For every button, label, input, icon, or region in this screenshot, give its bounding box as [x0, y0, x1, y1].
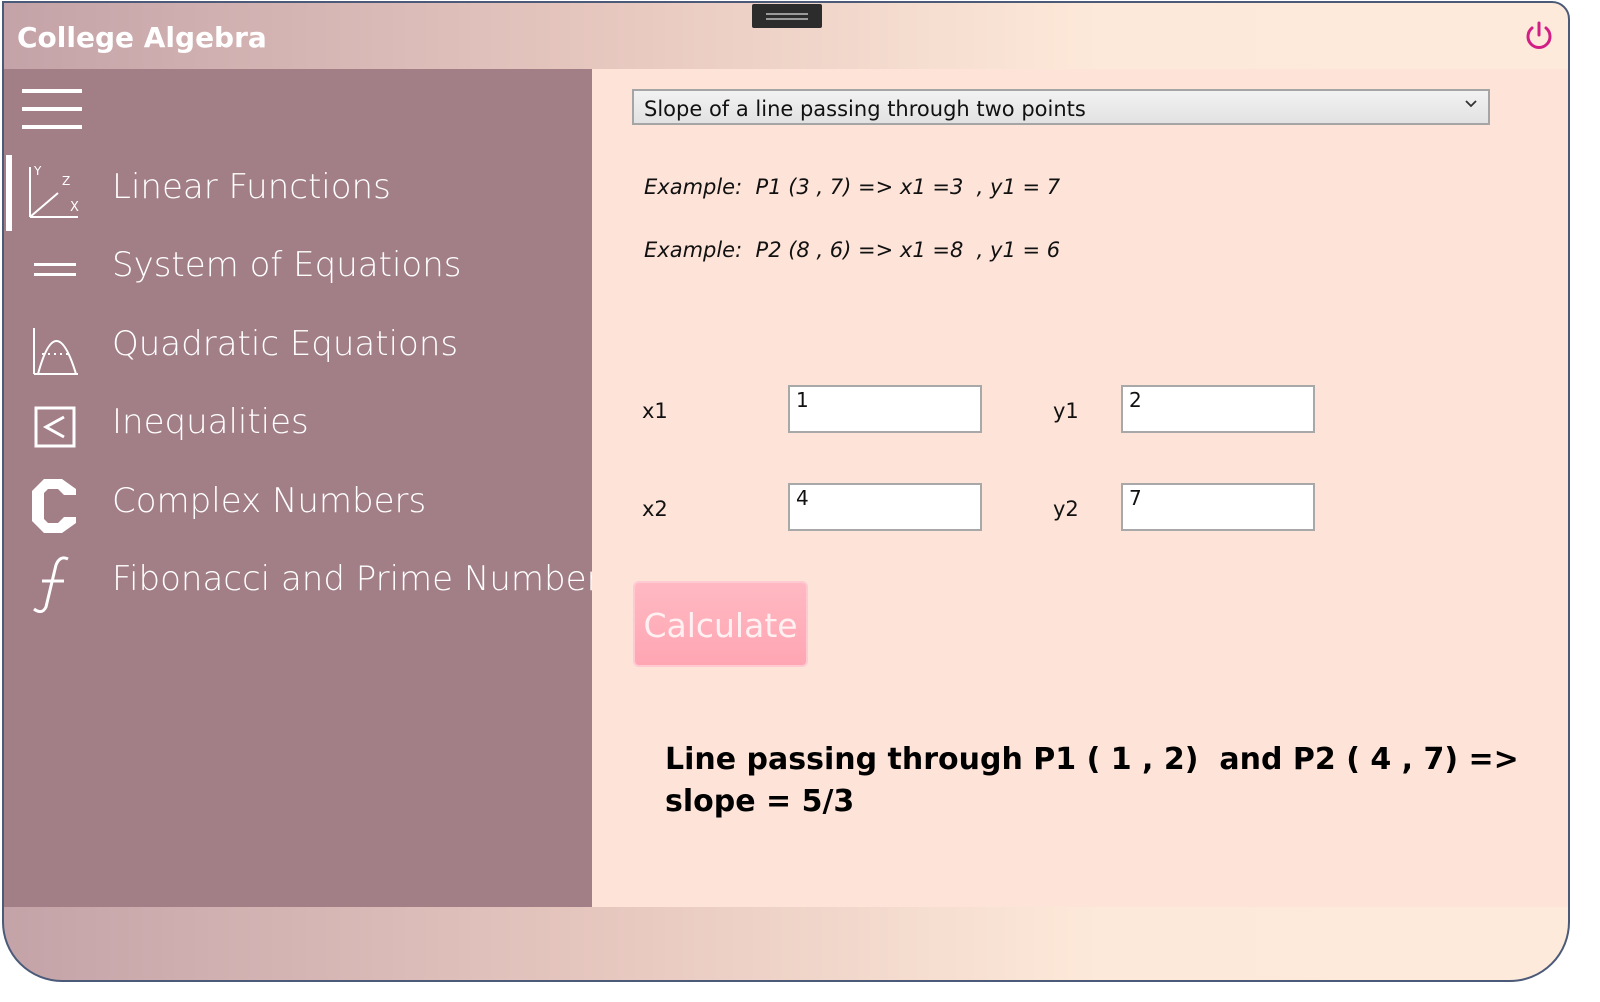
svg-text:Z: Z: [62, 174, 70, 188]
letter-c-icon: [32, 479, 76, 533]
example-p2: Example: P2 (8 , 6) => x1 =8 , y1 = 6: [644, 238, 1061, 262]
sidebar-item-complex-numbers[interactable]: Complex Numbers: [4, 469, 592, 539]
sidebar-item-label: Fibonacci and Prime Numbers: [112, 559, 619, 599]
y2-label: y2: [1053, 497, 1079, 521]
x1-input[interactable]: [788, 385, 982, 433]
equals-icon: [34, 263, 76, 276]
x2-label: x2: [642, 497, 668, 521]
sidebar-item-label: Inequalities: [112, 402, 309, 442]
sidebar-item-fibonacci-prime[interactable]: Fibonacci and Prime Numbers: [4, 547, 618, 617]
sidebar-item-label: Quadratic Equations: [112, 324, 459, 364]
y2-input[interactable]: [1121, 483, 1315, 531]
power-button[interactable]: [1522, 19, 1556, 53]
svg-text:X: X: [70, 200, 79, 215]
content-panel: Slope of a line passing through two poin…: [592, 69, 1568, 907]
y1-input[interactable]: [1121, 385, 1315, 433]
calculate-button[interactable]: Calculate: [633, 581, 808, 667]
sidebar-item-inequalities[interactable]: Inequalities: [4, 390, 592, 460]
sidebar-item-label: Complex Numbers: [112, 481, 427, 521]
svg-text:Y: Y: [33, 164, 42, 178]
sidebar: Y Z X Linear Functions System of Equatio…: [4, 69, 618, 907]
app-title: College Algebra: [17, 21, 267, 54]
power-icon: [1526, 21, 1552, 49]
hamburger-menu-button[interactable]: [22, 89, 84, 129]
dropdown-selected-value: Slope of a line passing through two poin…: [644, 97, 1086, 121]
sidebar-item-label: System of Equations: [112, 245, 462, 285]
sidebar-item-label: Linear Functions: [112, 167, 391, 207]
axes-xyz-icon: Y Z X: [29, 164, 79, 218]
calculation-type-dropdown[interactable]: Slope of a line passing through two poin…: [632, 89, 1490, 125]
drag-handle[interactable]: [752, 4, 822, 28]
function-f-icon: [33, 556, 69, 613]
parabola-icon: [33, 328, 78, 375]
app-window: College Algebra Y Z X Linear Functions S…: [2, 1, 1570, 982]
chevron-down-icon: [1465, 100, 1477, 108]
y1-label: y1: [1053, 399, 1079, 423]
less-than-box-icon: [34, 406, 76, 448]
result-text: Line passing through P1 ( 1 , 2) and P2 …: [665, 742, 1530, 819]
sidebar-item-system-of-equations[interactable]: System of Equations: [4, 233, 592, 303]
sidebar-item-quadratic-equations[interactable]: Quadratic Equations: [4, 312, 592, 382]
x1-label: x1: [642, 399, 668, 423]
sidebar-item-linear-functions[interactable]: Y Z X Linear Functions: [4, 155, 592, 231]
x2-input[interactable]: [788, 483, 982, 531]
selection-indicator: [6, 155, 12, 231]
example-p1: Example: P1 (3 , 7) => x1 =3 , y1 = 7: [644, 175, 1061, 199]
